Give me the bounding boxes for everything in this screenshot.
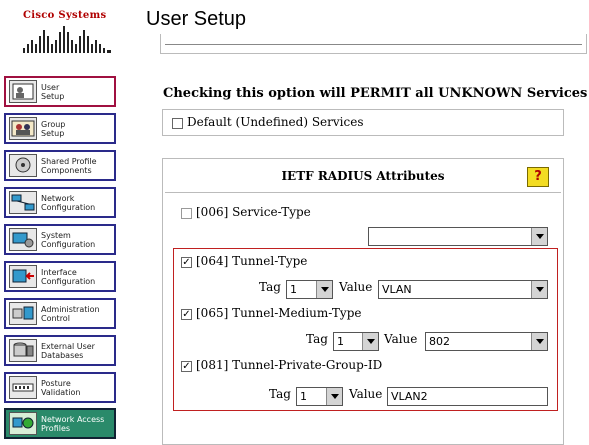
default-services-checkbox[interactable] [172, 118, 183, 129]
nav-label: Network Access Profiles [41, 414, 105, 433]
sidebar-nav: User Setup Group Setup Shared Profile Co… [0, 66, 130, 445]
nav-label: System Configuration [41, 230, 96, 249]
database-icon [9, 339, 37, 362]
profiles-icon [9, 412, 37, 435]
nav-label: User Setup [41, 82, 65, 101]
components-icon [9, 154, 37, 177]
posture-icon [9, 376, 37, 399]
tag-label: Tag [306, 332, 328, 346]
nav-network-access-profiles[interactable]: Network Access Profiles [4, 408, 116, 439]
brand-name: Cisco Systems [23, 10, 107, 21]
nav-posture-validation[interactable]: Posture Validation [4, 372, 116, 403]
tag-label: Tag [259, 280, 281, 294]
user-icon [9, 80, 37, 103]
tunnel-medium-value-select[interactable]: 802 [425, 332, 548, 351]
nav-label: External User Databases [41, 341, 95, 360]
nav-shared-profile-components[interactable]: Shared Profile Components [4, 150, 116, 181]
radius-header: IETF RADIUS Attributes ? [165, 161, 561, 193]
interface-icon [9, 265, 37, 288]
nav-interface-configuration[interactable]: Interface Configuration [4, 261, 116, 292]
default-services-label: Default (Undefined) Services [187, 115, 364, 129]
nav-user-setup[interactable]: User Setup [4, 76, 116, 107]
nav-administration-control[interactable]: Administration Control [4, 298, 116, 329]
tunnel-type-checkbox[interactable]: ✓ [181, 257, 192, 268]
tunnel-type-value-select[interactable]: VLAN [378, 280, 548, 299]
nav-group-setup[interactable]: Group Setup [4, 113, 116, 144]
tunnel-medium-checkbox[interactable]: ✓ [181, 309, 192, 320]
nav-label: Interface Configuration [41, 267, 96, 286]
cisco-logo: Cisco Systems [0, 0, 130, 66]
value-label: Value [384, 332, 418, 346]
tunnel-type-label: [064] Tunnel-Type [196, 254, 308, 268]
value-label: Value [339, 280, 373, 294]
tunnel-medium-label: [065] Tunnel-Medium-Type [196, 306, 362, 320]
nav-label: Shared Profile Components [41, 156, 97, 175]
nav-system-configuration[interactable]: System Configuration [4, 224, 116, 255]
permit-note: Checking this option will PERMIT all UNK… [163, 86, 588, 101]
tunnel-type-tag-select[interactable]: 1 [286, 280, 333, 299]
radius-title: IETF RADIUS Attributes [281, 169, 445, 183]
previous-section-box [160, 34, 587, 54]
tunnel-group-label: [081] Tunnel-Private-Group-ID [196, 358, 383, 372]
page-title: User Setup [146, 8, 247, 30]
service-type-label: [006] Service-Type [196, 205, 311, 219]
admin-icon [9, 302, 37, 325]
tunnel-group-value-field[interactable]: VLAN2 [387, 387, 548, 406]
nav-label: Group Setup [41, 119, 66, 138]
ietf-radius-panel: IETF RADIUS Attributes ? [006] Service-T… [162, 158, 564, 445]
value-label: Value [349, 387, 383, 401]
tunnel-medium-tag-select[interactable]: 1 [333, 332, 379, 351]
service-type-select[interactable] [368, 227, 548, 246]
chevron-down-icon [316, 281, 332, 298]
tag-label: Tag [269, 387, 291, 401]
tunnel-group-checkbox[interactable]: ✓ [181, 361, 192, 372]
cisco-bars-icon [23, 26, 111, 53]
chevron-down-icon [531, 281, 547, 298]
nav-label: Administration Control [41, 304, 100, 323]
help-icon[interactable]: ? [527, 167, 549, 187]
chevron-down-icon [531, 333, 547, 350]
network-icon [9, 191, 37, 214]
service-type-checkbox[interactable] [181, 208, 192, 219]
nav-network-configuration[interactable]: Network Configuration [4, 187, 116, 218]
default-services-box: Default (Undefined) Services [162, 109, 564, 136]
nav-external-user-databases[interactable]: External User Databases [4, 335, 116, 366]
system-icon [9, 228, 37, 251]
group-icon [9, 117, 37, 140]
chevron-down-icon [362, 333, 378, 350]
nav-label: Network Configuration [41, 193, 96, 212]
tunnel-group-tag-select[interactable]: 1 [296, 387, 343, 406]
main-content: Checking this option will PERMIT all UNK… [130, 34, 589, 445]
chevron-down-icon [531, 228, 547, 245]
nav-label: Posture Validation [41, 378, 81, 397]
chevron-down-icon [326, 388, 342, 405]
